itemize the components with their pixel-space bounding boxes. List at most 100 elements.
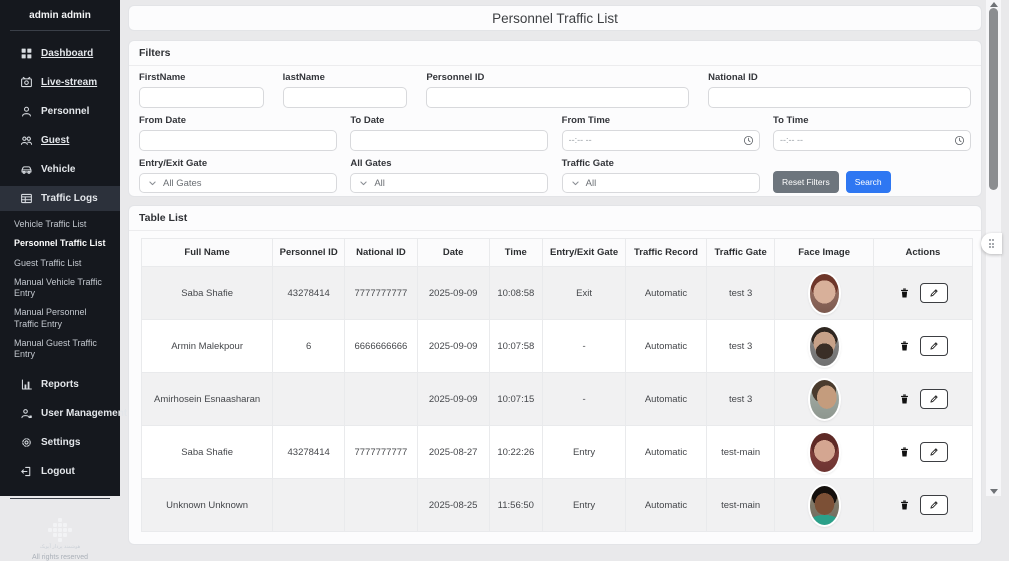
to-time-label: To Time — [773, 115, 971, 126]
cell-actions — [873, 426, 972, 479]
scroll-down-arrow[interactable] — [990, 489, 998, 494]
sidebar-subitem-guest-traffic-list[interactable]: Guest Traffic List — [0, 254, 120, 273]
col-personnel-id: Personnel ID — [273, 239, 345, 267]
traffic-table: Full Name Personnel ID National ID Date … — [141, 238, 973, 532]
edit-button[interactable] — [920, 442, 948, 462]
sidebar-item-reports[interactable]: Reports — [0, 370, 120, 399]
cell-record: Automatic — [626, 426, 707, 479]
face-avatar — [810, 380, 839, 419]
delete-button[interactable] — [897, 497, 912, 513]
last-name-input[interactable] — [283, 87, 408, 108]
trash-icon — [899, 340, 910, 352]
entry-exit-gate-label: Entry/Exit Gate — [139, 158, 337, 169]
face-avatar — [810, 433, 839, 472]
sidebar-item-vehicle[interactable]: Vehicle — [0, 155, 120, 184]
trash-icon — [899, 446, 910, 458]
edit-button[interactable] — [920, 389, 948, 409]
cell-actions — [873, 373, 972, 426]
sidebar-item-personnel[interactable]: Personnel — [0, 97, 120, 126]
col-actions: Actions — [873, 239, 972, 267]
page-title: Personnel Traffic List — [492, 11, 618, 26]
cell-face-image — [775, 267, 873, 320]
sidebar-item-logout[interactable]: Logout — [0, 457, 120, 486]
table-section-title: Table List — [129, 206, 981, 231]
cell-national-id: 7777777777 — [345, 426, 418, 479]
sidebar-item-dashboard[interactable]: Dashboard — [0, 39, 120, 68]
cell-gate: - — [543, 320, 626, 373]
edit-button[interactable] — [920, 495, 948, 515]
cell-full-name: Amirhosein Esnaasharan — [142, 373, 273, 426]
clock-icon — [954, 135, 965, 146]
cell-date: 2025-09-09 — [417, 320, 489, 373]
sidebar-subitem-manual-vehicle-traffic-entry[interactable]: Manual Vehicle Traffic Entry — [0, 273, 120, 304]
table-row: Unknown Unknown 2025-08-25 11:56:50 Entr… — [142, 479, 973, 532]
cell-date: 2025-08-27 — [417, 426, 489, 479]
cell-face-image — [775, 479, 873, 532]
pencil-icon — [929, 447, 939, 457]
col-traffic-gate: Traffic Gate — [706, 239, 775, 267]
search-button[interactable]: Search — [846, 171, 891, 193]
from-time-input[interactable] — [562, 130, 760, 151]
delete-button[interactable] — [897, 444, 912, 460]
sidebar-subitem-vehicle-traffic-list[interactable]: Vehicle Traffic List — [0, 215, 120, 234]
sidebar-item-label: Live-stream — [41, 77, 97, 88]
cell-time: 10:08:58 — [489, 267, 542, 320]
to-time-input[interactable] — [773, 130, 971, 151]
personnel-id-input[interactable] — [426, 87, 689, 108]
cell-traffic-gate: test-main — [706, 426, 775, 479]
grip-dots-icon — [989, 239, 995, 248]
to-date-input[interactable] — [350, 130, 548, 151]
national-id-input[interactable] — [708, 87, 971, 108]
scrollbar-thumb[interactable] — [989, 8, 998, 190]
delete-button[interactable] — [897, 391, 912, 407]
cell-record: Automatic — [626, 373, 707, 426]
sidebar-subitem-personnel-traffic-list[interactable]: Personnel Traffic List — [0, 234, 120, 253]
brand-text: هوشمند پرداز آپویک — [0, 544, 120, 550]
scroll-up-arrow[interactable] — [990, 2, 998, 7]
sidebar-item-user-management[interactable]: User Management — [0, 399, 120, 428]
sidebar-subitem-manual-guest-traffic-entry[interactable]: Manual Guest Traffic Entry — [0, 334, 120, 365]
sidebar-item-label: Guest — [41, 135, 69, 146]
rights-text: All rights reserved — [0, 554, 120, 561]
edit-button[interactable] — [920, 283, 948, 303]
select-value: All — [586, 178, 597, 189]
cell-date: 2025-08-25 — [417, 479, 489, 532]
filters-panel: Filters FirstName lastName Personnel ID … — [128, 40, 982, 197]
from-date-label: From Date — [139, 115, 337, 126]
cell-time: 10:07:15 — [489, 373, 542, 426]
cell-personnel-id: 43278414 — [273, 426, 345, 479]
sidebar-item-live-stream[interactable]: Live-stream — [0, 68, 120, 97]
sidebar-subitem-manual-personnel-traffic-entry[interactable]: Manual Personnel Traffic Entry — [0, 303, 108, 334]
sidebar-item-settings[interactable]: Settings — [0, 428, 120, 457]
entry-exit-gate-select[interactable]: All Gates — [139, 173, 337, 193]
divider — [10, 30, 110, 31]
pencil-icon — [929, 341, 939, 351]
sidebar-item-guest[interactable]: Guest — [0, 126, 120, 155]
all-gates-select[interactable]: All — [350, 173, 548, 193]
table-row: Saba Shafie 43278414 7777777777 2025-09-… — [142, 267, 973, 320]
last-name-label: lastName — [283, 72, 408, 83]
delete-button[interactable] — [897, 338, 912, 354]
traffic-gate-select[interactable]: All — [562, 173, 760, 193]
traffic-logs-submenu: Vehicle Traffic List Personnel Traffic L… — [0, 215, 120, 364]
cell-time: 11:56:50 — [489, 479, 542, 532]
cell-time: 10:07:58 — [489, 320, 542, 373]
cell-gate: Entry — [543, 426, 626, 479]
cell-face-image — [775, 373, 873, 426]
select-value: All Gates — [163, 178, 202, 189]
cell-actions — [873, 320, 972, 373]
table-panel: Table List Full Name Personnel ID Nation… — [128, 205, 982, 545]
reset-filters-button[interactable]: Reset Filters — [773, 171, 839, 193]
table-row: Amirhosein Esnaasharan 2025-09-09 10:07:… — [142, 373, 973, 426]
sidebar-item-label: Reports — [41, 379, 79, 390]
first-name-input[interactable] — [139, 87, 264, 108]
sidebar-item-traffic-logs[interactable]: Traffic Logs — [0, 186, 120, 211]
sidebar-item-label: Settings — [41, 437, 80, 448]
from-date-input[interactable] — [139, 130, 337, 151]
table-header-row: Full Name Personnel ID National ID Date … — [142, 239, 973, 267]
trash-icon — [899, 393, 910, 405]
drag-handle-widget[interactable] — [981, 233, 1002, 254]
edit-button[interactable] — [920, 336, 948, 356]
delete-button[interactable] — [897, 285, 912, 301]
pixel-logo-icon — [48, 518, 72, 542]
